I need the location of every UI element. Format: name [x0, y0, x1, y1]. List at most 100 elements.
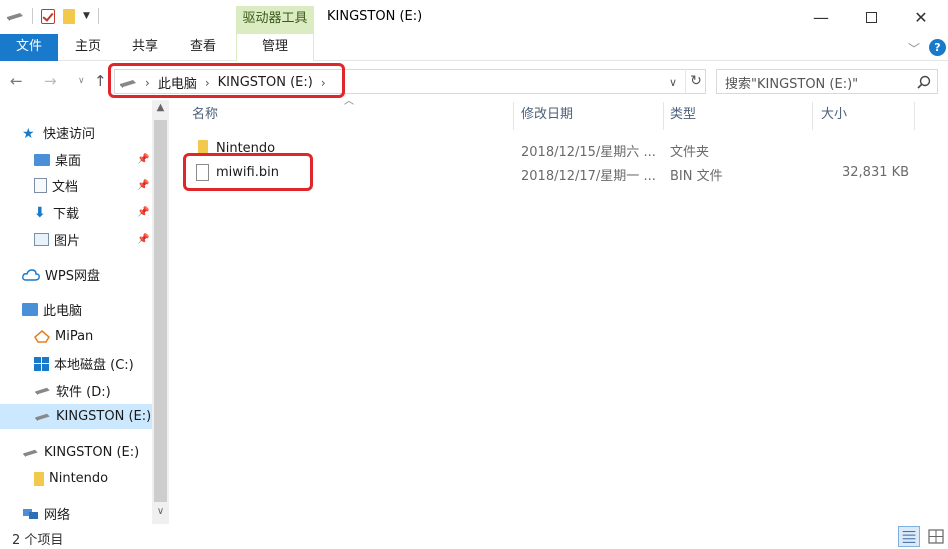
back-arrow-icon[interactable]: ←	[10, 72, 23, 90]
sidebar-item-label: 图片	[54, 234, 81, 249]
file-highlight-annotation	[183, 153, 313, 191]
sidebar-item-label: 本地磁盘 (C:)	[54, 358, 134, 373]
pin-icon[interactable]: 📌	[137, 207, 149, 218]
maximize-button[interactable]	[848, 4, 894, 30]
sidebar-item-nintendo[interactable]: Nintendo	[0, 466, 152, 491]
details-view-icon[interactable]	[898, 526, 920, 547]
properties-check-icon[interactable]	[41, 8, 55, 24]
sidebar-item-software-d[interactable]: 软件 (D:)	[0, 378, 152, 403]
download-icon: ⬇	[34, 204, 46, 221]
sidebar-item-wps-cloud[interactable]: WPS网盘	[0, 262, 152, 287]
cloud-icon	[22, 268, 40, 281]
sidebar-item-label: 快速访问	[43, 127, 96, 142]
document-icon	[34, 178, 47, 193]
mipan-icon	[34, 330, 50, 343]
windows-drive-icon	[34, 356, 49, 371]
search-icon[interactable]	[917, 75, 931, 89]
sidebar-item-documents[interactable]: 文档 📌	[0, 173, 152, 198]
column-divider[interactable]	[663, 102, 664, 130]
sidebar-item-mipan[interactable]: MiPan	[0, 324, 152, 349]
sidebar-item-label: WPS网盘	[45, 269, 100, 284]
star-icon: ★	[22, 125, 35, 142]
navigation-pane: ★ 快速访问 桌面 📌 文档 📌 ⬇ 下载 📌 图片 📌 WPS网盘 此电脑 M…	[0, 100, 152, 524]
folder-icon	[34, 471, 44, 486]
file-type: BIN 文件	[670, 169, 723, 184]
scroll-up-arrow-icon[interactable]: ▲	[152, 102, 169, 116]
drive-icon	[7, 13, 23, 21]
column-divider[interactable]	[513, 102, 514, 130]
search-placeholder: 搜索"KINGSTON (E:)"	[725, 77, 859, 92]
picture-icon	[34, 233, 49, 246]
pin-icon[interactable]: 📌	[137, 180, 149, 191]
customize-toolbar-dropdown-icon[interactable]: ▼	[83, 11, 90, 21]
sidebar-item-network[interactable]: 网络	[0, 501, 152, 524]
large-icons-view-icon[interactable]	[926, 526, 946, 547]
file-date: 2018/12/17/星期一 ...	[521, 169, 656, 184]
search-input[interactable]: 搜索"KINGSTON (E:)"	[716, 69, 938, 94]
column-header-size[interactable]: 大小	[821, 100, 847, 130]
tab-file[interactable]: 文件	[0, 34, 58, 61]
sidebar-item-label: KINGSTON (E:)	[44, 445, 140, 460]
expand-ribbon-chevron-icon[interactable]: ﹀	[908, 40, 920, 57]
network-icon	[23, 508, 38, 519]
scroll-thumb[interactable]	[154, 120, 167, 502]
drive-icon	[35, 387, 50, 395]
tab-manage[interactable]: 管理	[236, 34, 314, 61]
sidebar-item-label: Nintendo	[49, 471, 109, 486]
sidebar-item-label: 此电脑	[43, 304, 83, 319]
title-bar: ▼ 驱动器工具 KINGSTON (E:) — ✕	[0, 0, 948, 34]
forward-arrow-icon[interactable]: →	[44, 72, 57, 90]
sidebar-item-kingston-e[interactable]: KINGSTON (E:)	[0, 404, 152, 429]
navigation-pane-scrollbar[interactable]: ▲ ∨	[152, 100, 169, 524]
sidebar-item-local-disk-c[interactable]: 本地磁盘 (C:)	[0, 351, 152, 376]
usb-drive-icon	[23, 449, 38, 457]
close-button[interactable]: ✕	[898, 4, 944, 30]
drive-tools-context-label: 驱动器工具	[236, 6, 314, 34]
address-highlight-annotation	[108, 63, 345, 98]
new-folder-icon[interactable]	[63, 8, 75, 24]
sort-ascending-icon: ︿	[344, 96, 354, 107]
desktop-folder-icon	[34, 153, 50, 166]
sidebar-item-this-pc[interactable]: 此电脑	[0, 297, 152, 322]
tab-view[interactable]: 查看	[176, 34, 230, 61]
sidebar-item-label: 软件 (D:)	[56, 385, 111, 400]
toolbar-divider	[97, 8, 99, 24]
sidebar-item-desktop[interactable]: 桌面 📌	[0, 147, 152, 172]
column-header-name[interactable]: 名称	[192, 100, 218, 130]
column-header-date[interactable]: 修改日期	[521, 100, 573, 130]
status-bar: 2 个项目	[0, 525, 948, 549]
column-divider[interactable]	[914, 102, 915, 130]
sidebar-item-label: MiPan	[55, 329, 94, 344]
help-icon[interactable]: ?	[929, 39, 946, 56]
ribbon-tabs: 文件 主页 共享 查看 管理 ﹀ ?	[0, 34, 948, 61]
minimize-button[interactable]: —	[798, 4, 844, 30]
sidebar-item-label: 网络	[44, 508, 71, 523]
up-arrow-icon[interactable]: ↑	[94, 72, 107, 90]
sidebar-item-label: 桌面	[55, 154, 82, 169]
sidebar-item-quick-access[interactable]: ★ 快速访问	[0, 120, 152, 145]
sidebar-item-label: KINGSTON (E:)	[56, 409, 152, 424]
pin-icon[interactable]: 📌	[137, 154, 149, 165]
tab-share[interactable]: 共享	[118, 34, 172, 61]
maximize-icon	[865, 11, 877, 23]
sidebar-item-label: 文档	[52, 180, 79, 195]
file-type: 文件夹	[670, 145, 710, 160]
window-title: KINGSTON (E:)	[327, 9, 423, 24]
scroll-down-arrow-icon[interactable]: ∨	[152, 506, 169, 520]
sidebar-item-downloads[interactable]: ⬇ 下载 📌	[0, 200, 152, 225]
usb-drive-icon	[35, 413, 50, 421]
minimize-icon: —	[813, 7, 829, 27]
sidebar-item-label: 下载	[53, 207, 80, 222]
pin-icon[interactable]: 📌	[137, 234, 149, 245]
sidebar-item-pictures[interactable]: 图片 📌	[0, 227, 152, 252]
column-header-type[interactable]: 类型	[670, 100, 696, 130]
recent-locations-chevron-icon[interactable]: ∨	[78, 76, 85, 86]
address-history-dropdown-icon[interactable]: ∨	[669, 76, 677, 89]
tab-home[interactable]: 主页	[62, 34, 114, 61]
pc-icon	[22, 303, 38, 316]
column-divider[interactable]	[812, 102, 813, 130]
quick-access-toolbar: ▼	[6, 8, 99, 24]
sidebar-item-kingston-e-root[interactable]: KINGSTON (E:)	[0, 440, 152, 465]
toolbar-divider	[32, 8, 33, 24]
refresh-icon[interactable]: ↻	[685, 69, 706, 94]
